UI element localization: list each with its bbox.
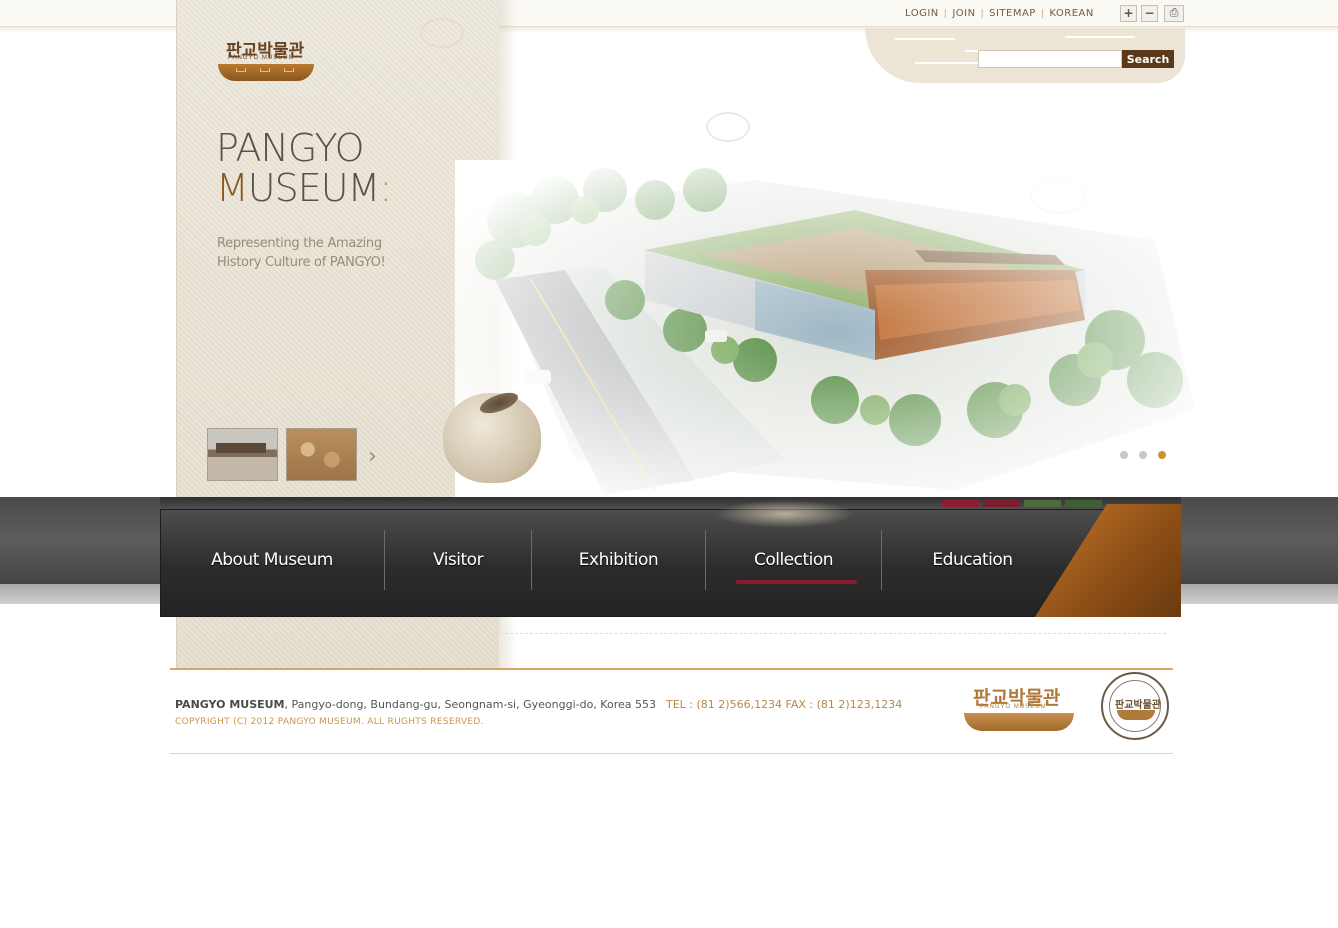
seal-korean: 판교박물관 [1115, 700, 1161, 711]
hero-subtitle-line1: Representing the Amazing [217, 236, 382, 251]
utility-buttons: + − ⎙ [1120, 5, 1184, 22]
nav-items: About Museum Visitor Exhibition Collecti… [160, 530, 1063, 590]
logo-english: PANGYO MUSEUM [228, 55, 295, 61]
museum-building-illustration [455, 160, 1215, 505]
cloud-ornament-icon [420, 18, 464, 48]
footer-bottom-line [170, 753, 1173, 754]
logo[interactable]: 판교박물관 PANGYO MUSEUM [214, 36, 318, 84]
museum-seal-icon: 판교박물관 [1101, 672, 1169, 740]
hero-title-line1: PANGYO [216, 126, 365, 170]
accent-bar [1024, 500, 1061, 507]
footer-logo-english: PANGYO MUSEUM [980, 704, 1047, 710]
hero-title-initial: M [216, 166, 249, 210]
thumbnail-next-arrow-icon[interactable]: › [368, 444, 377, 469]
logo-emblem [218, 64, 314, 81]
zoom-out-button[interactable]: − [1141, 5, 1158, 22]
slider-dot[interactable] [1139, 451, 1147, 459]
slider-dot[interactable] [1120, 451, 1128, 459]
footer-phone: TEL : (81 2)566,1234 FAX : (81 2)123,123… [666, 698, 903, 711]
search-input[interactable] [978, 50, 1122, 68]
seal-emblem [1117, 710, 1155, 720]
nav-item-collection[interactable]: Collection [705, 530, 881, 590]
nav-item-about-museum[interactable]: About Museum [160, 530, 384, 590]
footer-logo[interactable]: 판교박물관 PANGYO MUSEUM [962, 683, 1076, 733]
hero-title-dot: : [379, 166, 392, 210]
page: LOGIN | JOIN | SITEMAP | KOREAN + − ⎙ 판교… [0, 0, 1338, 928]
pottery-jar-image [443, 393, 541, 483]
accent-bars [942, 500, 1102, 507]
utility-nav: LOGIN | JOIN | SITEMAP | KOREAN [900, 8, 1099, 19]
join-link[interactable]: JOIN [947, 8, 980, 19]
hero-title-rest: USEUM [247, 166, 381, 210]
thumbnail-building[interactable] [207, 428, 278, 481]
sitemap-link[interactable]: SITEMAP [984, 8, 1041, 19]
accent-bar [983, 500, 1020, 507]
cloud-ornament-icon [706, 112, 750, 142]
zoom-in-button[interactable]: + [1120, 5, 1137, 22]
thumbnail-stones[interactable] [286, 428, 357, 481]
nav-glow [715, 500, 855, 528]
search-button[interactable]: Search [1122, 50, 1174, 68]
login-link[interactable]: LOGIN [900, 8, 944, 19]
nav-item-exhibition[interactable]: Exhibition [531, 530, 705, 590]
footer-copyright: COPYRIGHT (C) 2012 PANGYO MUSEUM. ALL RU… [175, 717, 484, 727]
print-icon[interactable]: ⎙ [1164, 5, 1184, 22]
hero-title: PANGYO MUSEUM: [216, 126, 392, 210]
accent-bar [1065, 500, 1102, 507]
divider [500, 633, 1166, 634]
footer-address-text: , Pangyo-dong, Bundang-gu, Seongnam-si, … [284, 698, 656, 711]
accent-bar [942, 500, 979, 507]
footer-address: PANGYO MUSEUM, Pangyo-dong, Bundang-gu, … [175, 698, 902, 711]
nav-item-visitor[interactable]: Visitor [384, 530, 531, 590]
slider-dot-active[interactable] [1158, 451, 1166, 459]
footer-logo-emblem [964, 713, 1074, 731]
thumbnail-list [207, 428, 357, 481]
hero-title-line2: MUSEUM: [216, 166, 392, 210]
hero-subtitle: Representing the Amazing History Culture… [217, 234, 417, 272]
search-form: Search [978, 50, 1174, 68]
hero-subtitle-line2: History Culture of PANGYO! [217, 255, 386, 270]
slider-indicators [1120, 451, 1166, 459]
korean-link[interactable]: KOREAN [1044, 8, 1098, 19]
footer-name: PANGYO MUSEUM [175, 698, 285, 711]
nav-item-education[interactable]: Education [881, 530, 1063, 590]
footer-top-line [170, 668, 1173, 670]
